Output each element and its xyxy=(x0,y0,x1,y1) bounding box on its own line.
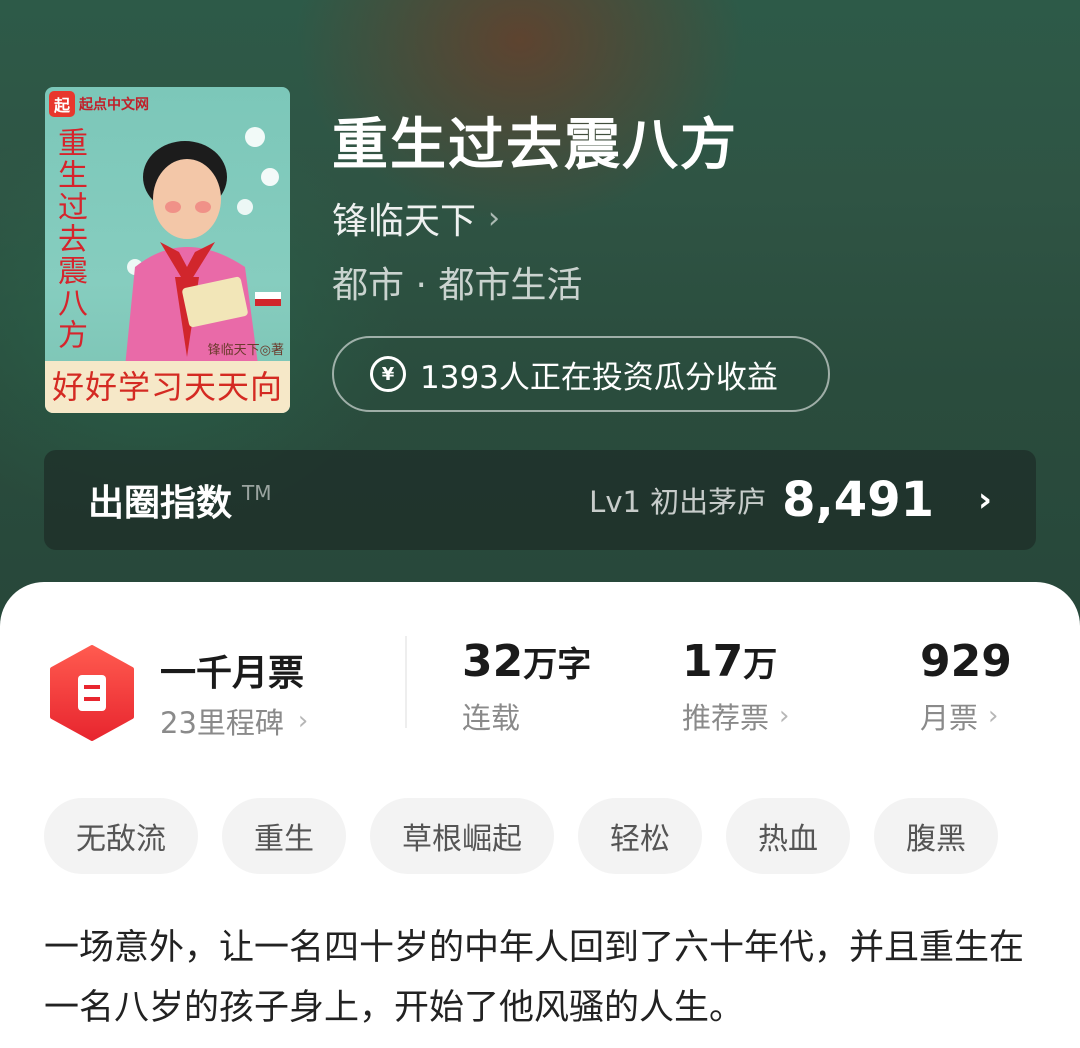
stat-monthly-tickets[interactable]: 929 月票 › xyxy=(920,636,1012,737)
popularity-index-bar[interactable]: 出圈指数 TM Lv1 初出茅庐 8,491 › xyxy=(44,450,1036,550)
cover-brand: 起 起点中文网 xyxy=(49,91,149,117)
chevron-right-icon: › xyxy=(988,701,999,731)
tag-list: 无敌流 重生 草根崛起 轻松 热血 腹黑 xyxy=(44,798,998,874)
milestone-link[interactable]: 23里程碑 › xyxy=(160,700,308,742)
book-cover[interactable]: 起 起点中文网 重生过去震八方 锋临天下◎著 好好学习天天向上 xyxy=(45,87,290,413)
author-name: 锋临天下 xyxy=(332,201,477,242)
tag-chip[interactable]: 重生 xyxy=(222,798,346,874)
milestone-sub: 23里程碑 xyxy=(160,706,284,740)
tag-chip[interactable]: 热血 xyxy=(726,798,850,874)
tag-chip[interactable]: 轻松 xyxy=(578,798,702,874)
stat-recommend-tickets[interactable]: 17万 推荐票 › xyxy=(682,636,789,737)
stats-divider xyxy=(405,636,407,728)
monthly-ticket-icon xyxy=(50,645,134,741)
cover-slogan: 好好学习天天向上 xyxy=(45,361,290,413)
author-link[interactable]: 锋临天下 › xyxy=(332,192,500,244)
chevron-right-icon: › xyxy=(297,706,309,736)
book-genre: 都市 · 都市生活 xyxy=(332,265,583,306)
index-level: Lv1 初出茅庐 xyxy=(589,485,767,519)
milestone-title: 一千月票 xyxy=(160,653,305,694)
chevron-right-icon: › xyxy=(488,200,501,236)
tag-chip[interactable]: 草根崛起 xyxy=(370,798,554,874)
book-title: 重生过去震八方 xyxy=(332,112,738,178)
index-score: 8,491 xyxy=(782,472,934,528)
index-label: 出圈指数 xyxy=(88,483,233,524)
book-description[interactable]: 一场意外，让一名四十岁的中年人回到了六十年代，并且重生在一名八岁的孩子身上，开始… xyxy=(44,918,1044,1038)
qidian-logo-icon: 起 xyxy=(49,91,75,117)
tag-chip[interactable]: 无敌流 xyxy=(44,798,198,874)
trademark-mark: TM xyxy=(242,481,272,505)
yen-coin-icon: ¥ xyxy=(370,356,406,392)
tag-chip[interactable]: 腹黑 xyxy=(874,798,998,874)
chevron-right-icon: › xyxy=(977,480,992,520)
invest-text: 1393人正在投资瓜分收益 xyxy=(420,359,778,396)
invest-button[interactable]: ¥ 1393人正在投资瓜分收益 xyxy=(332,336,830,412)
chevron-right-icon: › xyxy=(779,701,790,731)
cover-vertical-title: 重生过去震八方 xyxy=(52,127,87,351)
cover-stamp: 锋临天下◎著 xyxy=(207,343,284,358)
stat-word-count: 32万字 连载 xyxy=(462,636,592,735)
